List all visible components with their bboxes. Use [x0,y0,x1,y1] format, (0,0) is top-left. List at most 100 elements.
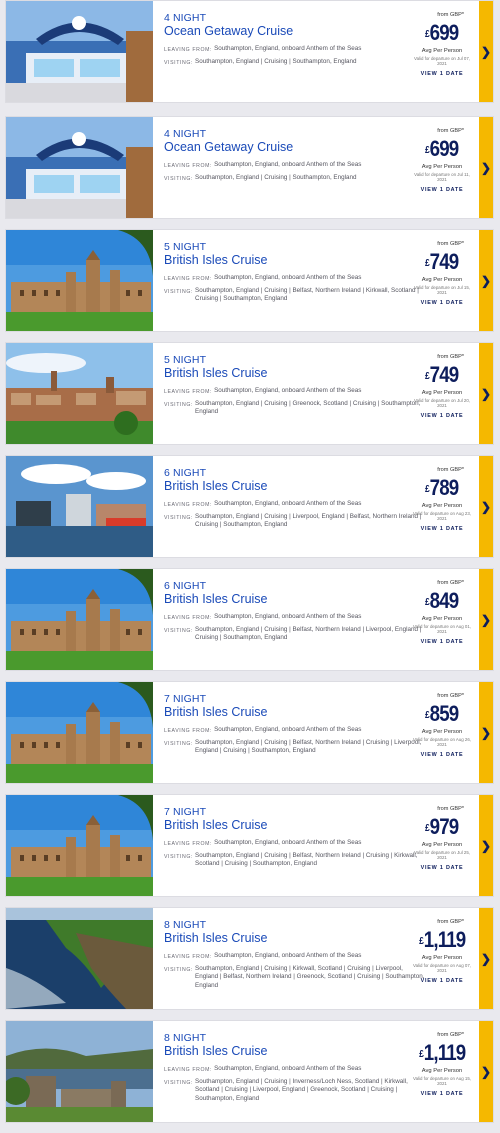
view-dates-link[interactable]: VIEW 1 DATE [412,71,472,77]
visiting-label: VISITING: [164,1079,194,1086]
cruise-title-link[interactable]: British Isles Cruise [164,366,426,381]
cruise-nights: 4 NIGHT [164,128,207,140]
chevron-right-icon[interactable]: ❯ [479,795,493,896]
leaving-from-value: Southampton, England, onboard Anthem of … [214,387,362,394]
price-from-label: from GBP* [437,128,464,134]
view-dates-link[interactable]: VIEW 1 DATE [412,752,472,758]
valid-departure: Valid for departure on Aug 26, 2021 [412,737,471,748]
visiting-label: VISITING: [164,853,194,860]
cruise-image[interactable] [6,117,153,218]
cruise-image[interactable] [6,795,153,896]
leaving-from-value: Southampton, England, onboard Anthem of … [214,952,362,959]
chevron-right-icon[interactable]: ❯ [479,230,493,331]
cruise-title-link[interactable]: Ocean Getaway Cruise [164,140,426,155]
price-value: 1,119 [423,927,466,952]
view-dates-link[interactable]: VIEW 1 DATE [412,300,472,306]
leaving-from-value: Southampton, England, onboard Anthem of … [214,726,362,733]
visiting-label: VISITING: [164,514,194,521]
chevron-right-icon[interactable]: ❯ [479,682,493,783]
avg-per-person: Avg Per Person [421,164,463,170]
cruise-image[interactable] [6,230,153,331]
price-amount: £749 [425,249,460,274]
avg-per-person: Avg Per Person [421,503,463,509]
view-dates-link[interactable]: VIEW 1 DATE [412,413,472,419]
leaving-from-value: Southampton, England, onboard Anthem of … [214,45,362,52]
leaving-from-row: LEAVING FROM: Southampton, England, onbo… [164,839,426,849]
visiting-row: VISITING: Southampton, England | Cruisin… [164,513,426,530]
leaving-from-value: Southampton, England, onboard Anthem of … [214,613,362,620]
cruise-card[interactable]: 4 NIGHT Ocean Getaway Cruise LEAVING FRO… [5,0,494,103]
cruise-title-link[interactable]: British Isles Cruise [164,253,426,268]
chevron-right-icon[interactable]: ❯ [479,908,493,1009]
cruise-image[interactable] [6,343,153,444]
chevron-right-icon[interactable]: ❯ [479,1021,493,1122]
price-value: 1,119 [423,1040,466,1065]
cruise-card[interactable]: 6 NIGHT British Isles Cruise LEAVING FRO… [5,455,494,558]
view-dates-link[interactable]: VIEW 1 DATE [412,187,472,193]
cruise-title-link[interactable]: British Isles Cruise [164,479,426,494]
chevron-right-icon[interactable]: ❯ [479,343,493,444]
cruise-card[interactable]: 7 NIGHT British Isles Cruise LEAVING FRO… [5,794,494,897]
valid-departure: Valid for departure on Aug 07, 2021 [412,963,471,974]
view-dates-link[interactable]: VIEW 1 DATE [412,978,472,984]
view-dates-link[interactable]: VIEW 1 DATE [412,1091,472,1097]
cruise-card[interactable]: 5 NIGHT British Isles Cruise LEAVING FRO… [5,342,494,445]
view-dates-link[interactable]: VIEW 1 DATE [412,639,472,645]
price-block: from GBP* £979 Avg Per Person Valid for … [412,806,472,871]
cruise-nights: 6 NIGHT [164,580,207,592]
visiting-row: VISITING: Southampton, England | Cruisin… [164,626,426,643]
view-dates-link[interactable]: VIEW 1 DATE [412,865,472,871]
avg-per-person: Avg Per Person [421,390,463,396]
chevron-right-icon[interactable]: ❯ [479,1,493,102]
cruise-info: 8 NIGHT British Isles Cruise LEAVING FRO… [164,1032,426,1106]
currency-symbol: £ [425,371,430,382]
cruise-title-link[interactable]: British Isles Cruise [164,818,426,833]
currency-symbol: £ [425,29,430,40]
price-block: from GBP* £1,119 Avg Per Person Valid fo… [412,1032,472,1097]
cruise-image[interactable] [6,1021,153,1122]
price-amount: £1,119 [419,1040,466,1065]
cruise-image[interactable] [6,569,153,670]
cruise-info: 7 NIGHT British Isles Cruise LEAVING FRO… [164,693,426,759]
cruise-card[interactable]: 6 NIGHT British Isles Cruise LEAVING FRO… [5,568,494,671]
cruise-card[interactable]: 7 NIGHT British Isles Cruise LEAVING FRO… [5,681,494,784]
price-block: from GBP* £849 Avg Per Person Valid for … [412,580,472,645]
leaving-from-row: LEAVING FROM: Southampton, England, onbo… [164,274,426,284]
price-value: 749 [430,249,460,274]
cruise-card[interactable]: 5 NIGHT British Isles Cruise LEAVING FRO… [5,229,494,332]
price-value: 789 [430,475,460,500]
price-amount: £789 [425,475,460,500]
cruise-title-link[interactable]: British Isles Cruise [164,592,426,607]
leaving-from-label: LEAVING FROM: [164,389,213,395]
chevron-right-icon[interactable]: ❯ [479,456,493,557]
cruise-card[interactable]: 8 NIGHT British Isles Cruise LEAVING FRO… [5,1020,494,1123]
leaving-from-row: LEAVING FROM: Southampton, England, onbo… [164,726,426,736]
cruise-image[interactable] [6,1,153,102]
price-from-label: from GBP* [437,241,464,247]
price-amount: £749 [425,364,459,386]
avg-per-person: Avg Per Person [421,842,463,848]
cruise-title-link[interactable]: Ocean Getaway Cruise [164,24,426,39]
visiting-value: Southampton, England | Cruising | Belfas… [195,738,422,755]
valid-departure: Valid for departure on Aug 15, 2021 [412,1076,471,1087]
cruise-image[interactable] [6,908,153,1009]
cruise-image[interactable] [6,456,153,557]
cruise-info: 4 NIGHT Ocean Getaway Cruise LEAVING FRO… [164,128,426,186]
leaving-from-row: LEAVING FROM: Southampton, England, onbo… [164,500,426,510]
view-dates-link[interactable]: VIEW 1 DATE [412,526,472,532]
chevron-right-icon[interactable]: ❯ [479,569,493,670]
cruise-title-link[interactable]: British Isles Cruise [164,931,426,946]
price-from-label: from GBP* [437,919,464,925]
leaving-from-row: LEAVING FROM: Southampton, England, onbo… [164,387,426,397]
cruise-card[interactable]: 8 NIGHT British Isles Cruise LEAVING FRO… [5,907,494,1010]
price-from-label: from GBP* [437,354,464,360]
cruise-card[interactable]: 4 NIGHT Ocean Getaway Cruise LEAVING FRO… [5,116,494,219]
cruise-image[interactable] [6,682,153,783]
cruise-nights: 4 NIGHT [164,12,207,24]
visiting-value: Southampton, England | Cruising | Belfas… [195,625,422,642]
visiting-value: Southampton, England | Cruising | Southa… [195,57,357,65]
leaving-from-row: LEAVING FROM: Southampton, England, onbo… [164,952,426,962]
chevron-right-icon[interactable]: ❯ [479,117,493,218]
cruise-title-link[interactable]: British Isles Cruise [164,1044,426,1059]
cruise-title-link[interactable]: British Isles Cruise [164,705,426,720]
